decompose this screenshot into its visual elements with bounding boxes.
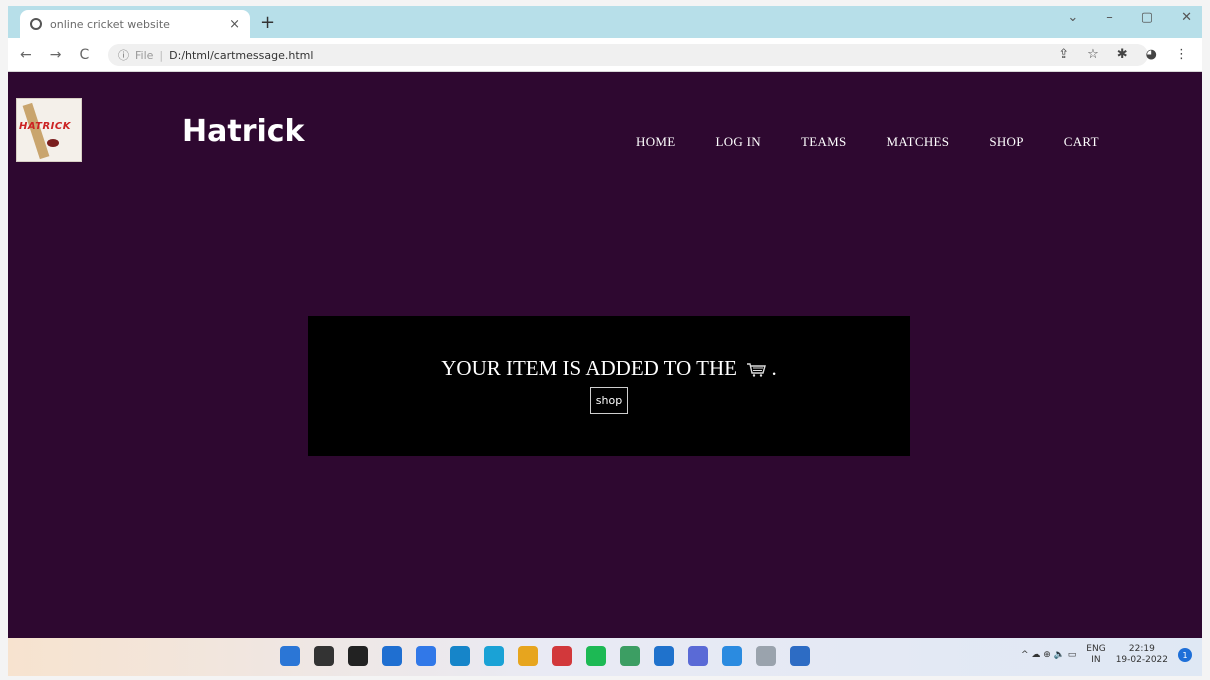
shopping-cart-icon <box>747 363 767 377</box>
tab-title: online cricket website <box>50 17 170 31</box>
url-separator: | <box>159 48 164 62</box>
taskbar-app-icon[interactable] <box>722 646 742 666</box>
taskbar-app-icon[interactable] <box>518 646 538 666</box>
taskbar-app-icon[interactable] <box>314 646 334 666</box>
url-input[interactable]: ⓘ File | D:/html/cartmessage.html <box>108 44 1148 66</box>
taskbar-app-icon[interactable] <box>348 646 368 666</box>
taskbar: ^ ☁ ⊕ 🔈 ▭ ENG IN 22:19 19-02-2022 1 <box>8 638 1202 676</box>
language-code: ENG <box>1086 644 1106 654</box>
browser-tab[interactable]: online cricket website × <box>20 10 250 38</box>
info-icon[interactable]: ⓘ <box>118 47 129 63</box>
nav-buttons: ← → C <box>20 47 89 63</box>
close-window-button[interactable]: ✕ <box>1181 10 1192 25</box>
cart-message-text: YOUR ITEM IS ADDED TO THE <box>441 356 737 380</box>
taskbar-app-icon[interactable] <box>756 646 776 666</box>
nav-cart[interactable]: CART <box>1064 134 1099 150</box>
url-scheme: File <box>135 48 154 62</box>
taskbar-app-icon[interactable] <box>280 646 300 666</box>
nav-shop[interactable]: SHOP <box>989 134 1023 150</box>
taskbar-app-icon[interactable] <box>688 646 708 666</box>
taskbar-app-icon[interactable] <box>450 646 470 666</box>
taskbar-app-icon[interactable] <box>654 646 674 666</box>
clock-date: 19-02-2022 <box>1115 655 1168 665</box>
notification-badge[interactable]: 1 <box>1178 648 1192 662</box>
taskbar-apps <box>280 646 810 666</box>
taskbar-app-icon[interactable] <box>484 646 504 666</box>
back-icon[interactable]: ← <box>20 47 32 63</box>
browser-tab-bar: online cricket website × + ⌄ – ▢ ✕ <box>8 6 1202 38</box>
window-controls: ⌄ – ▢ ✕ <box>1067 10 1192 25</box>
taskbar-app-icon[interactable] <box>790 646 810 666</box>
tray-icons[interactable]: ^ ☁ ⊕ 🔈 ▭ <box>1021 650 1076 660</box>
extensions-icon[interactable]: ✱ <box>1117 47 1128 62</box>
cart-message-suffix: . <box>771 356 777 380</box>
site-title: Hatrick <box>182 114 305 149</box>
clock[interactable]: 22:19 19-02-2022 <box>1116 644 1168 666</box>
taskbar-app-icon[interactable] <box>620 646 640 666</box>
globe-icon <box>30 18 42 30</box>
toolbar-icons: ⇪ ☆ ✱ ◕ ⋮ <box>1058 47 1188 62</box>
url-text: D:/html/cartmessage.html <box>169 48 314 62</box>
profile-icon[interactable]: ◕ <box>1146 47 1157 62</box>
shop-button[interactable]: shop <box>589 387 629 414</box>
taskbar-app-icon[interactable] <box>586 646 606 666</box>
region-code: IN <box>1091 655 1101 665</box>
close-tab-icon[interactable]: × <box>229 17 240 32</box>
taskbar-app-icon[interactable] <box>416 646 436 666</box>
cart-message: YOUR ITEM IS ADDED TO THE . <box>308 356 910 381</box>
nav-matches[interactable]: MATCHES <box>887 134 950 150</box>
taskbar-app-icon[interactable] <box>552 646 572 666</box>
minimize-button[interactable]: – <box>1106 10 1113 25</box>
nav-home[interactable]: HOME <box>636 134 675 150</box>
cricket-ball-icon <box>47 139 59 147</box>
cart-message-box: YOUR ITEM IS ADDED TO THE . shop <box>308 316 910 456</box>
language-indicator[interactable]: ENG IN <box>1086 644 1105 666</box>
site-logo[interactable]: HATRICK <box>16 98 82 162</box>
tab-search-icon[interactable]: ⌄ <box>1067 10 1078 25</box>
maximize-button[interactable]: ▢ <box>1141 10 1153 25</box>
menu-icon[interactable]: ⋮ <box>1175 47 1188 62</box>
forward-icon[interactable]: → <box>50 47 62 63</box>
reload-icon[interactable]: C <box>79 47 89 63</box>
web-page: HATRICK Hatrick HOME LOG IN TEAMS MATCHE… <box>8 72 1202 638</box>
bookmark-star-icon[interactable]: ☆ <box>1087 47 1099 62</box>
share-icon[interactable]: ⇪ <box>1058 47 1069 62</box>
nav-teams[interactable]: TEAMS <box>801 134 847 150</box>
main-nav: HOME LOG IN TEAMS MATCHES SHOP CART <box>636 134 1139 150</box>
logo-text: HATRICK <box>19 121 71 132</box>
taskbar-app-icon[interactable] <box>382 646 402 666</box>
clock-time: 22:19 <box>1128 644 1155 654</box>
new-tab-button[interactable]: + <box>260 12 275 33</box>
system-tray: ^ ☁ ⊕ 🔈 ▭ ENG IN 22:19 19-02-2022 1 <box>1021 644 1192 666</box>
address-bar: ← → C ⓘ File | D:/html/cartmessage.html … <box>8 38 1202 72</box>
nav-log-in[interactable]: LOG IN <box>715 134 761 150</box>
